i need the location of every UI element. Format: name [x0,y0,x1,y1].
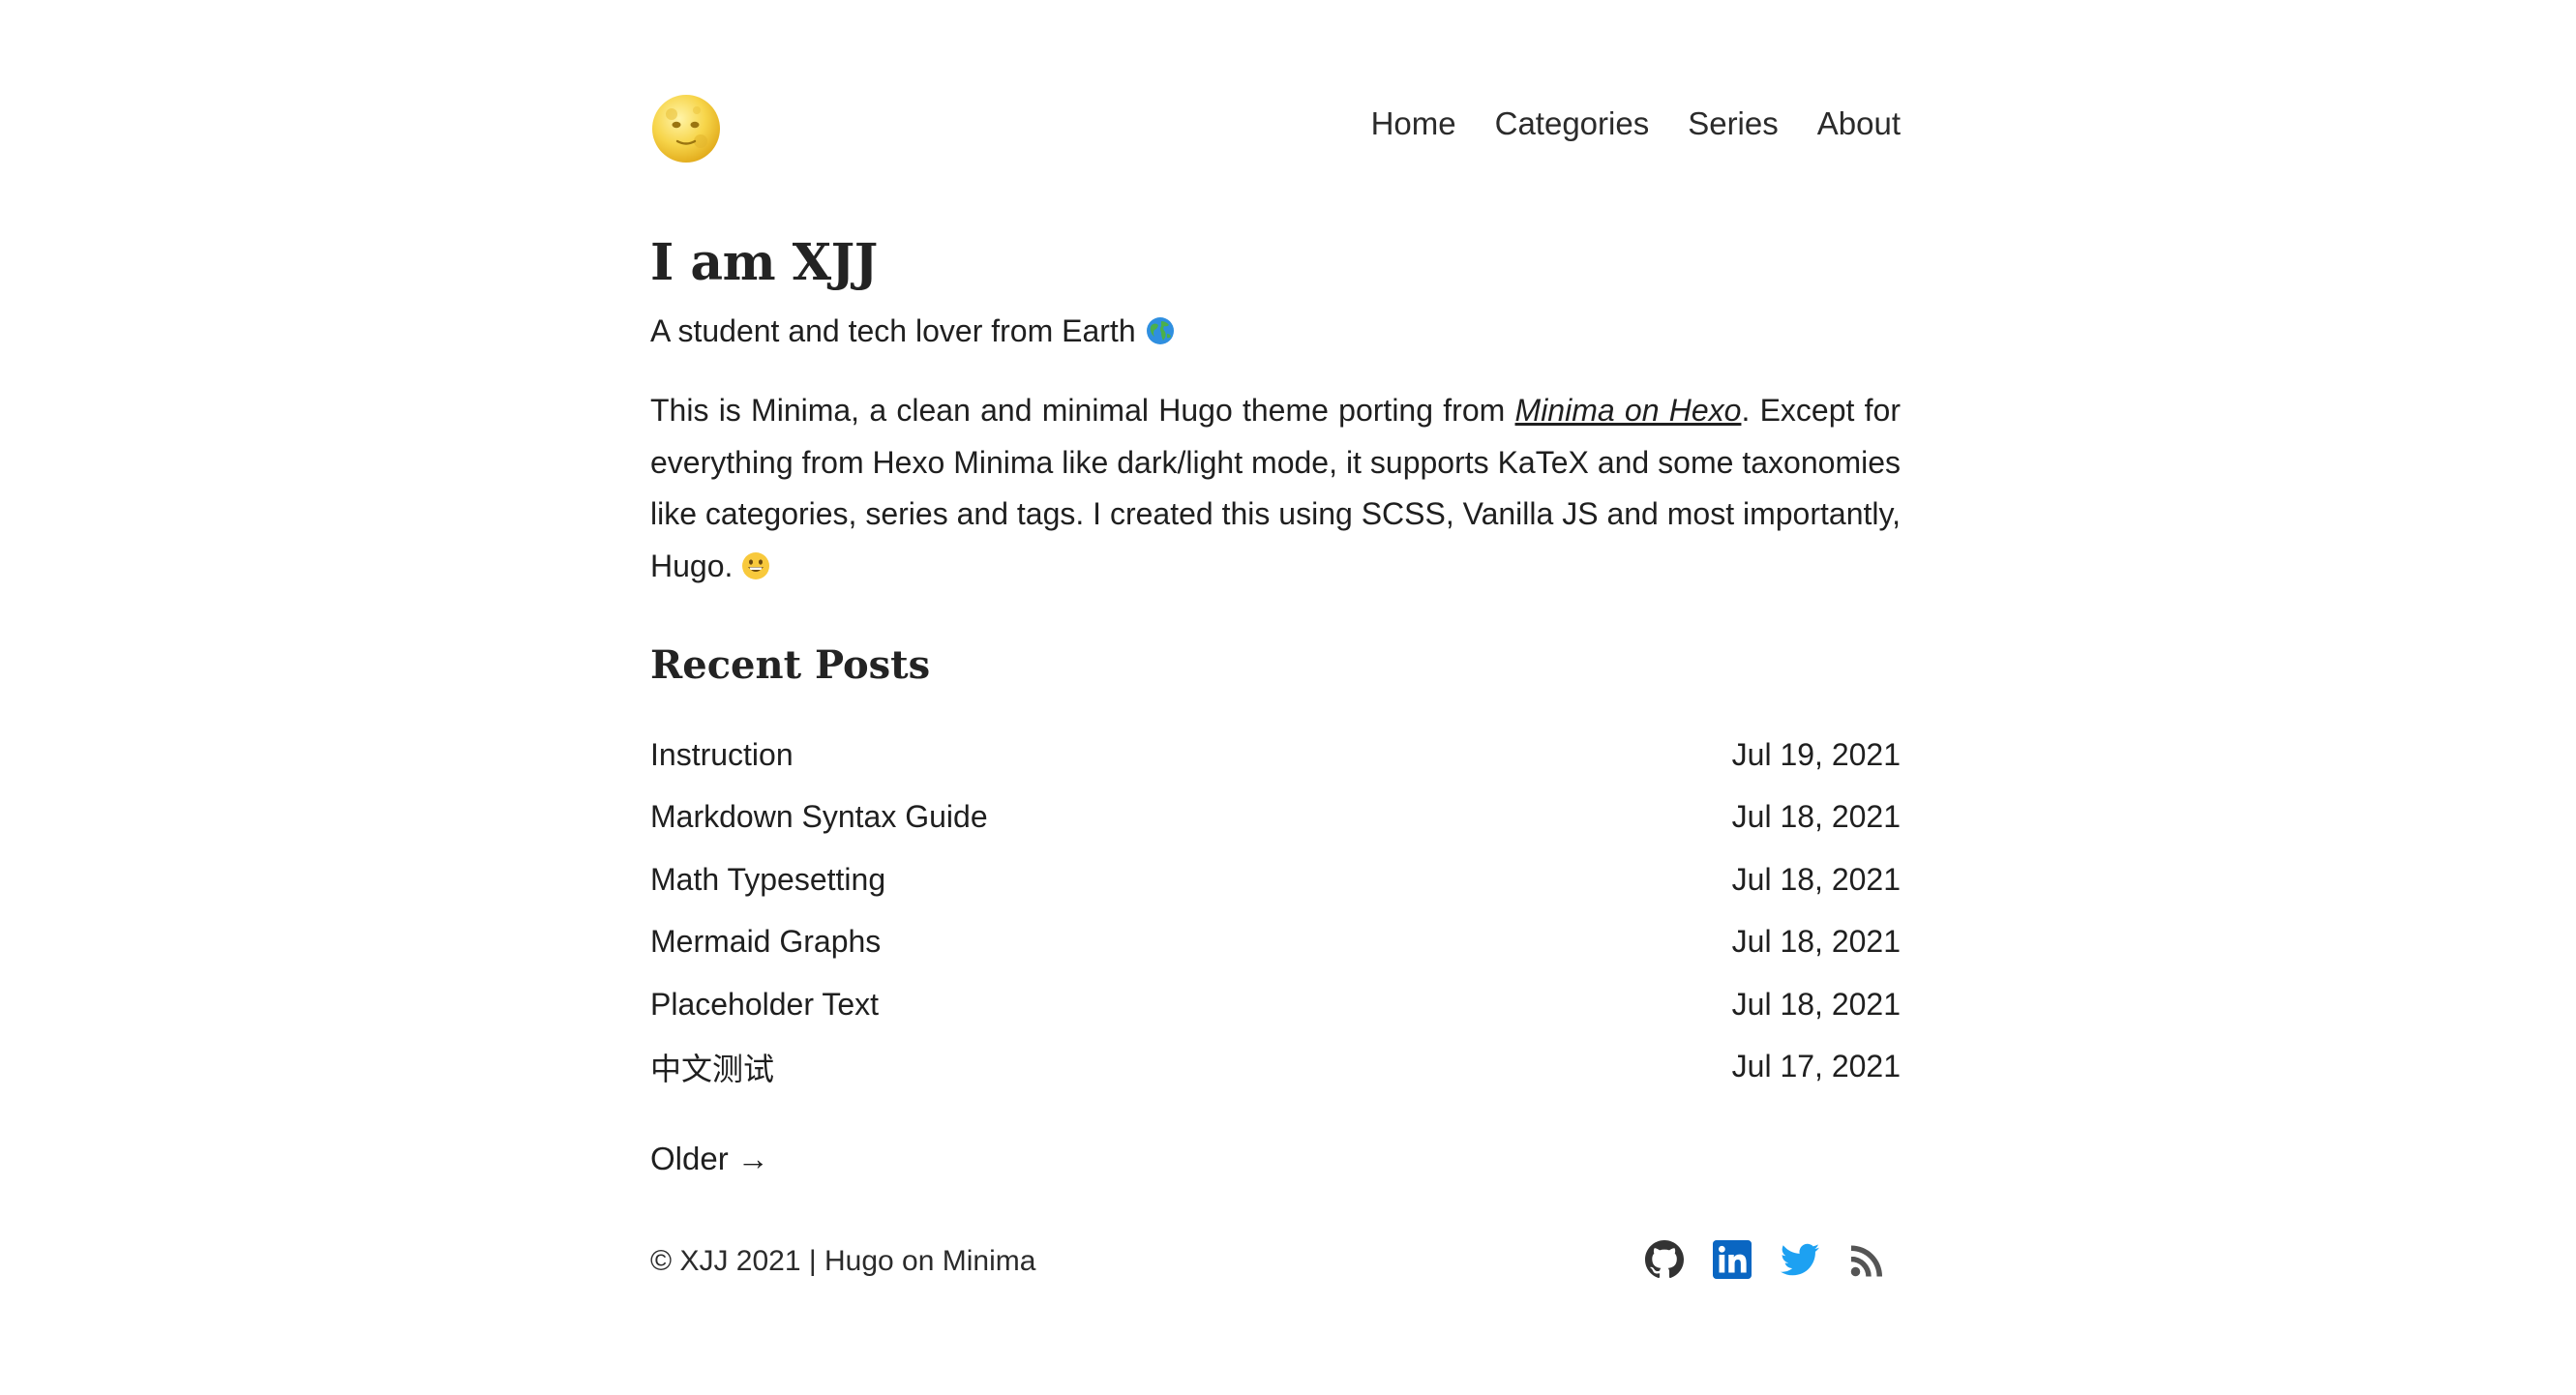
post-item: Placeholder Text Jul 18, 2021 [650,973,1901,1036]
github-icon [1645,1240,1684,1279]
full-moon-face-icon [652,95,720,163]
nav-series[interactable]: Series [1688,104,1779,143]
post-item: 中文测试 Jul 17, 2021 [650,1036,1901,1099]
twitter-icon [1781,1243,1819,1276]
minima-on-hexo-link[interactable]: Minima on Hexo [1515,393,1742,428]
github-link[interactable] [1645,1240,1684,1279]
post-date: Jul 18, 2021 [1731,986,1901,1022]
recent-posts-heading: Recent Posts [650,642,931,688]
post-date: Jul 18, 2021 [1731,924,1901,960]
linkedin-icon [1713,1240,1752,1279]
post-item: Math Typesetting Jul 18, 2021 [650,848,1901,911]
nav-home[interactable]: Home [1371,104,1456,143]
rss-link[interactable] [1848,1240,1887,1279]
post-title-link[interactable]: Instruction [650,737,794,773]
globe-icon [1146,317,1174,344]
page-subtitle: A student and tech lover from Earth [650,308,1175,354]
nav-about[interactable]: About [1817,104,1901,143]
post-item: Mermaid Graphs Jul 18, 2021 [650,911,1901,974]
copyright-text: © XJJ 2021 | Hugo on Minima [650,1245,1036,1277]
subtitle-text: A student and tech lover from Earth [650,313,1136,348]
linkedin-link[interactable] [1713,1240,1752,1279]
intro-text-before-link: This is Minima, a clean and minimal Hugo… [650,393,1515,428]
post-item: Markdown Syntax Guide Jul 18, 2021 [650,787,1901,849]
older-posts-link[interactable]: Older → [650,1138,769,1180]
rss-icon [1850,1245,1882,1277]
nav-categories[interactable]: Categories [1495,104,1650,143]
post-list: Instruction Jul 19, 2021 Markdown Syntax… [650,724,1901,1098]
post-title-link[interactable]: Markdown Syntax Guide [650,799,988,835]
social-links [1645,1240,1887,1279]
post-date: Jul 18, 2021 [1731,799,1901,835]
post-title-link[interactable]: Placeholder Text [650,987,879,1023]
site-header: Home Categories Series About [650,89,1901,166]
post-date: Jul 19, 2021 [1731,736,1901,772]
post-title-link[interactable]: Math Typesetting [650,862,885,898]
post-date: Jul 17, 2021 [1731,1049,1901,1084]
post-item: Instruction Jul 19, 2021 [650,724,1901,787]
page-title: I am XJJ [650,233,878,292]
post-title-link[interactable]: Mermaid Graphs [650,924,881,960]
twitter-link[interactable] [1781,1240,1819,1279]
grinning-face-icon [742,551,770,579]
site-footer: © XJJ 2021 | Hugo on Minima [650,1238,1901,1285]
post-date: Jul 18, 2021 [1731,861,1901,897]
logo-link[interactable] [650,93,722,164]
post-title-link[interactable]: 中文测试 [650,1045,774,1089]
intro-paragraph: This is Minima, a clean and minimal Hugo… [650,385,1901,592]
main-nav: Home Categories Series About [1371,104,1901,143]
